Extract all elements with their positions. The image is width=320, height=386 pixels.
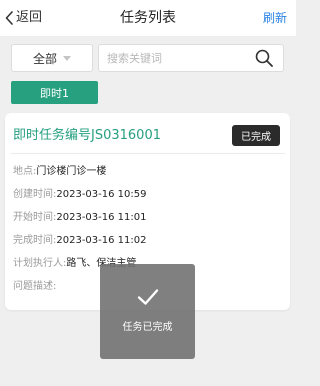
task-title[interactable]: 即时任务编号JS0316001 [13,127,161,145]
field-label: 计划执行人: [13,258,67,269]
nav-bar: 返回 任务列表 刷新 [0,0,296,36]
checkmark-icon [137,289,159,305]
filter-dropdown[interactable]: 全部 [11,44,93,72]
toast: 任务已完成 [100,264,195,359]
field-description: 问题描述: [13,280,56,294]
status-badge: 已完成 [232,125,280,146]
field-label: 问题描述: [13,281,57,292]
search-input[interactable] [99,45,257,71]
search-box [98,44,284,72]
divider [10,153,285,154]
field-value: 2023-03-16 11:01 [56,212,147,223]
field-label: 地点: [13,166,37,177]
field-label: 开始时间: [13,212,57,223]
field-label: 完成时间: [13,235,57,246]
tab-instant[interactable]: 即时1 [11,81,98,104]
toast-message: 任务已完成 [122,322,173,333]
field-created-time: 创建时间:2023-03-16 10:59 [13,188,147,202]
field-value: 2023-03-16 11:02 [56,235,147,246]
field-value: 2023-03-16 10:59 [56,189,147,200]
field-finish-time: 完成时间:2023-03-16 11:02 [13,234,147,248]
field-location: 地点:门诊楼门诊一楼 [13,165,106,179]
search-icon[interactable] [255,49,273,67]
field-start-time: 开始时间:2023-03-16 11:01 [13,211,147,225]
field-label: 创建时间: [13,189,57,200]
caret-down-icon [63,55,71,61]
page-title: 任务列表 [120,10,176,26]
refresh-button[interactable]: 刷新 [263,9,287,27]
filter-selected-value: 全部 [32,51,57,66]
field-value: 门诊楼门诊一楼 [36,166,107,177]
